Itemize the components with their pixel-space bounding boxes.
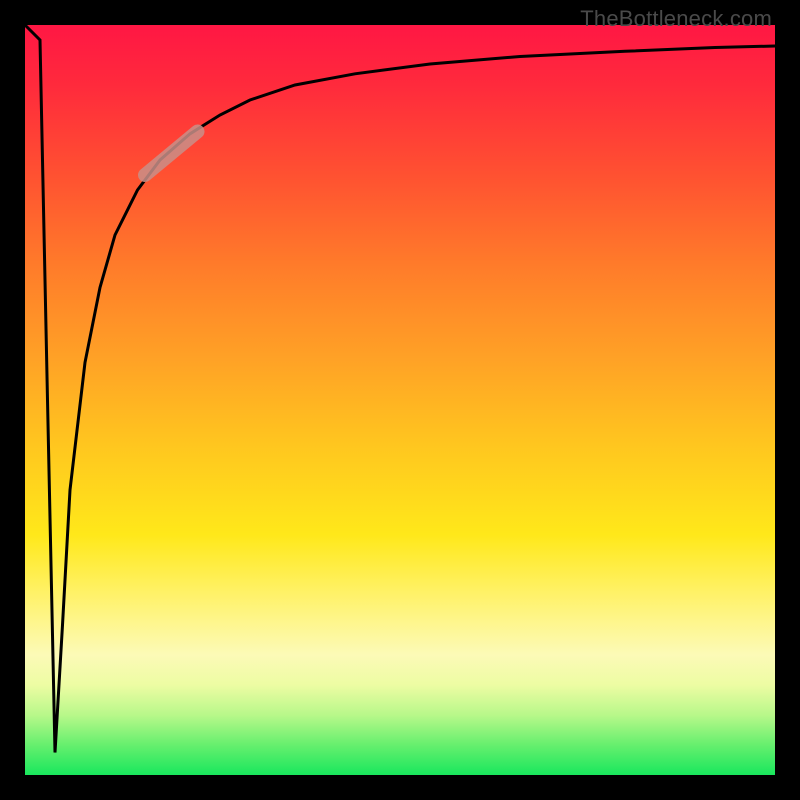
plot-area	[25, 25, 775, 775]
curve-svg	[25, 25, 775, 775]
main-curve	[25, 25, 775, 753]
attribution-text: TheBottleneck.com	[580, 6, 772, 32]
highlight-segment	[145, 132, 198, 176]
chart-container: TheBottleneck.com	[0, 0, 800, 800]
